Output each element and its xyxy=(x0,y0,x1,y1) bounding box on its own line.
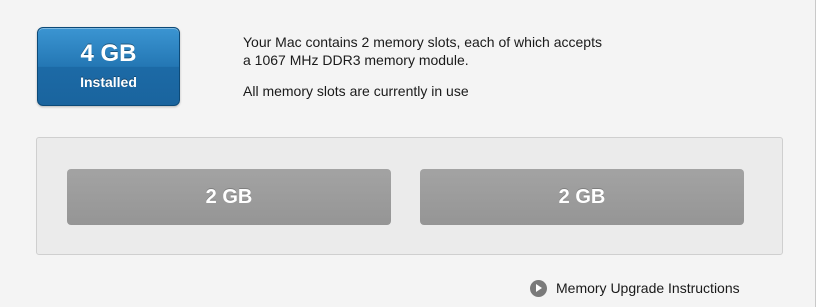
memory-upgrade-instructions-link[interactable]: Memory Upgrade Instructions xyxy=(530,278,740,298)
memory-description-line-1: Your Mac contains 2 memory slots, each o… xyxy=(243,34,602,50)
arrow-circle-icon[interactable] xyxy=(530,279,547,297)
memory-slot-2: 2 GB xyxy=(420,169,744,225)
installed-memory-size: 4 GB xyxy=(80,40,137,67)
memory-slot-1: 2 GB xyxy=(67,169,391,225)
memory-panel: 4 GB Installed Your Mac contains 2 memor… xyxy=(0,0,816,307)
memory-slots-container: 2 GB 2 GB xyxy=(36,137,783,255)
window-edge xyxy=(816,0,830,307)
memory-description-line-2: a 1067 MHz DDR3 memory module. xyxy=(243,52,469,68)
installed-memory-badge: 4 GB Installed xyxy=(37,27,180,106)
memory-upgrade-instructions-label[interactable]: Memory Upgrade Instructions xyxy=(556,280,740,296)
memory-slot-status: All memory slots are currently in use xyxy=(243,83,469,99)
memory-description: Your Mac contains 2 memory slots, each o… xyxy=(243,33,763,100)
installed-memory-label: Installed xyxy=(80,74,137,90)
